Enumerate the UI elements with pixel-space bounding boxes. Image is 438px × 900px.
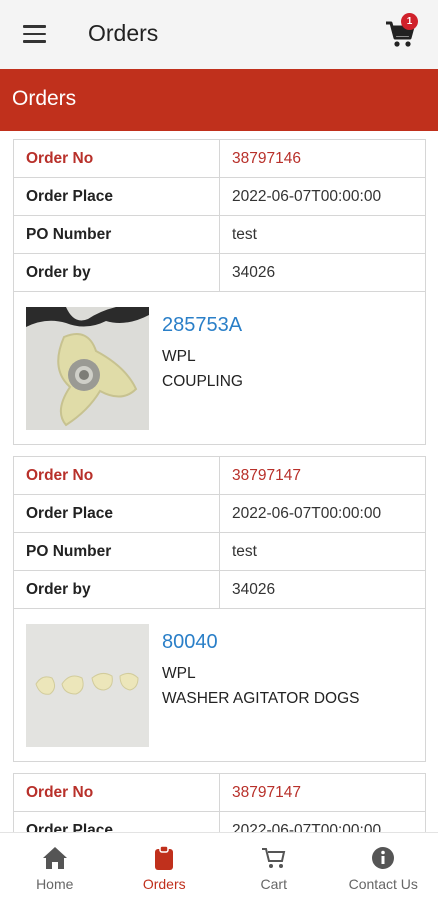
po-number-label: PO Number [14, 533, 220, 570]
po-number-value: test [232, 225, 257, 243]
order-no-value: 38797147 [232, 783, 301, 801]
product-image [26, 624, 149, 747]
bottom-navigation: Home Orders Cart Contact Us [0, 832, 438, 900]
product-image [26, 307, 149, 430]
order-card[interactable]: Order No 38797147 Order Place 2022-06-07… [13, 773, 426, 832]
product-description: WASHER AGITATOR DOGS [162, 690, 360, 707]
nav-home[interactable]: Home [0, 833, 110, 900]
order-card[interactable]: Order No 38797147 Order Place 2022-06-07… [13, 456, 426, 762]
cart-count-badge: 1 [401, 13, 418, 30]
order-by-label: Order by [14, 571, 220, 608]
nav-cart-label: Cart [260, 876, 287, 892]
cart-icon [261, 845, 287, 871]
page-title: Orders [88, 20, 159, 46]
order-place-label: Order Place [14, 178, 220, 215]
order-by-row: Order by 34026 [14, 571, 425, 609]
home-icon [42, 845, 68, 871]
order-by-value: 34026 [232, 580, 276, 598]
order-no-row: Order No 38797147 [14, 457, 425, 495]
order-place-row: Order Place 2022-06-07T00:00:00 [14, 495, 425, 533]
nav-cart[interactable]: Cart [219, 833, 329, 900]
orders-list[interactable]: Order No 38797146 Order Place 2022-06-07… [0, 131, 438, 832]
nav-contact-label: Contact Us [348, 876, 418, 892]
info-icon [370, 845, 396, 871]
cart-button[interactable]: 1 [384, 13, 418, 50]
order-place-row: Order Place 2022-06-07T00:00:00 [14, 178, 425, 216]
product-brand: WPL [162, 348, 196, 365]
section-title: Orders [12, 87, 77, 110]
order-by-label: Order by [14, 254, 220, 291]
nav-orders-label: Orders [142, 876, 186, 892]
product-brand: WPL [162, 665, 196, 682]
app-bar: Orders 1 [0, 0, 438, 69]
order-place-value: 2022-06-07T00:00:00 [232, 821, 382, 833]
section-header: Orders [0, 69, 438, 131]
order-place-row: Order Place 2022-06-07T00:00:00 [14, 812, 425, 832]
order-no-value: 38797147 [232, 466, 301, 484]
po-number-row: PO Number test [14, 216, 425, 254]
order-no-label: Order No [14, 774, 220, 811]
order-no-row: Order No 38797147 [14, 774, 425, 812]
order-place-value: 2022-06-07T00:00:00 [232, 187, 382, 205]
nav-home-label: Home [36, 876, 74, 892]
order-no-label: Order No [14, 457, 220, 494]
order-by-row: Order by 34026 [14, 254, 425, 292]
product-number-link[interactable]: 80040 [162, 631, 218, 654]
nav-contact[interactable]: Contact Us [329, 833, 438, 900]
order-place-label: Order Place [14, 495, 220, 532]
menu-icon[interactable] [23, 25, 46, 43]
order-place-label: Order Place [14, 812, 220, 832]
nav-orders[interactable]: Orders [110, 833, 220, 900]
po-number-label: PO Number [14, 216, 220, 253]
product-item[interactable]: 285753A WPL COUPLING [14, 292, 425, 444]
order-place-value: 2022-06-07T00:00:00 [232, 504, 382, 522]
order-card[interactable]: Order No 38797146 Order Place 2022-06-07… [13, 139, 426, 445]
clipboard-icon [151, 845, 177, 871]
product-description: COUPLING [162, 373, 243, 390]
order-by-value: 34026 [232, 263, 276, 281]
product-item[interactable]: 80040 WPL WASHER AGITATOR DOGS [14, 609, 425, 761]
po-number-row: PO Number test [14, 533, 425, 571]
order-no-label: Order No [14, 140, 220, 177]
po-number-value: test [232, 542, 257, 560]
order-no-value: 38797146 [232, 149, 301, 167]
product-number-link[interactable]: 285753A [162, 314, 242, 337]
order-no-row: Order No 38797146 [14, 140, 425, 178]
